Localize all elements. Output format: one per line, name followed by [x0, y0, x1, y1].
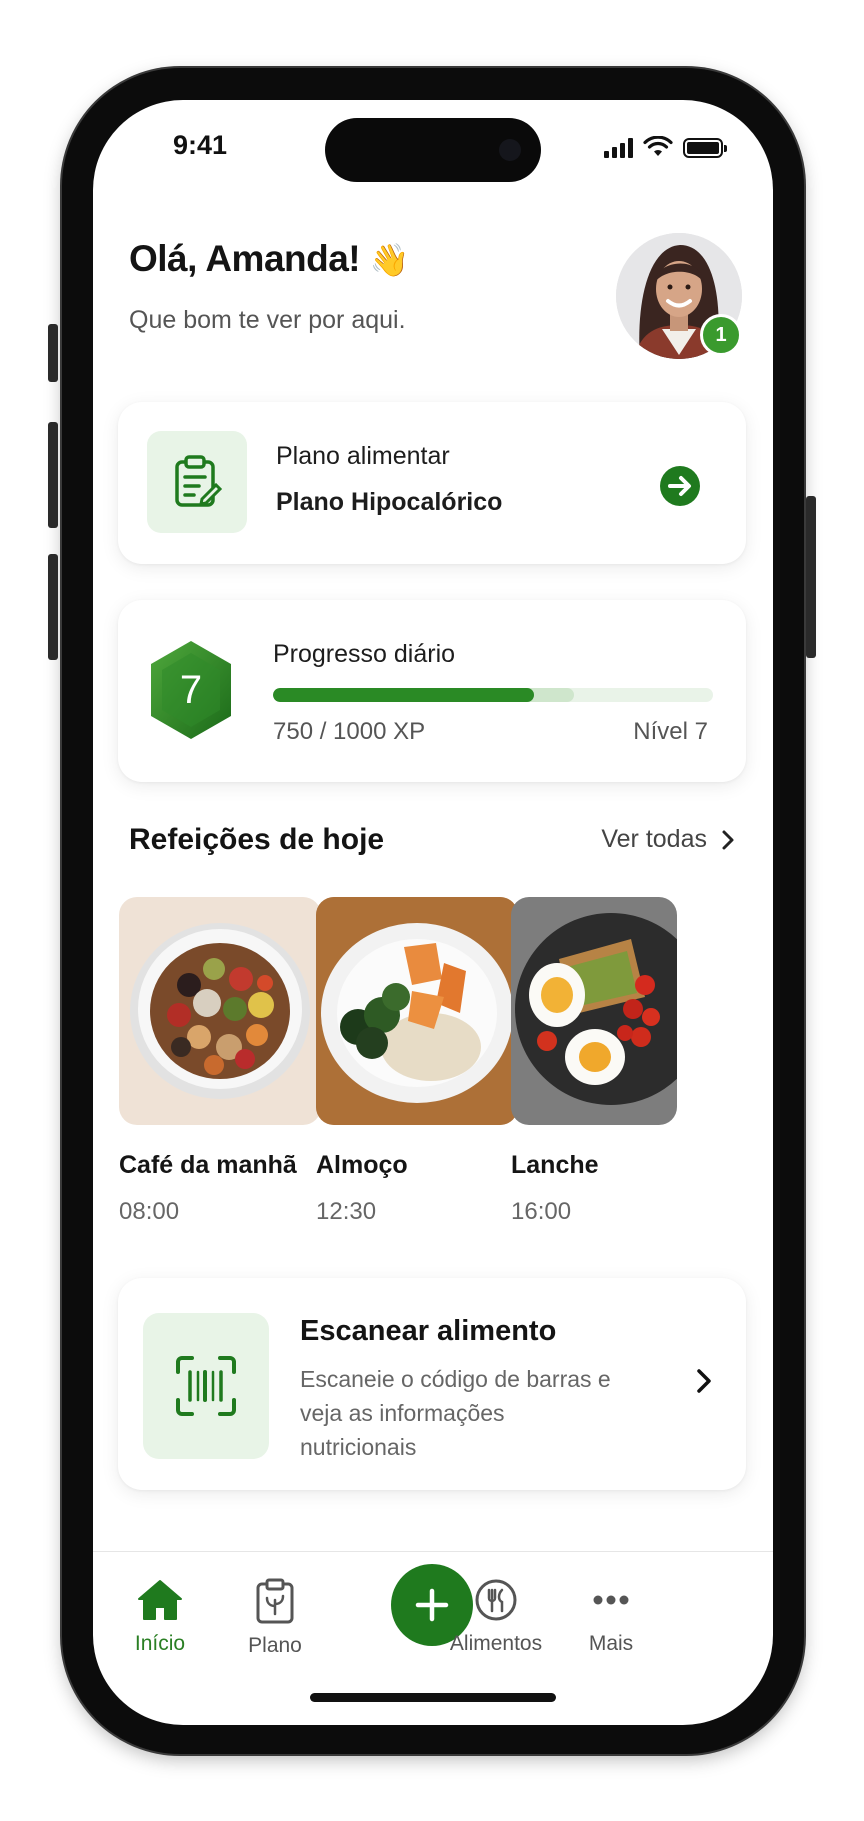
status-icons: [604, 136, 727, 158]
scan-food-title: Escanear alimento: [300, 1315, 557, 1347]
dynamic-island: [325, 118, 541, 182]
meal-card-snack[interactable]: Lanche 16:00: [511, 897, 677, 1226]
progress-xp: 750 / 1000 XP: [273, 718, 426, 745]
side-button-volume-down: [48, 554, 58, 660]
clipboard-icon: [147, 431, 247, 533]
bottom-nav-divider: [93, 1551, 773, 1552]
status-time: 9:41: [173, 130, 228, 160]
battery-icon: [683, 138, 727, 158]
nav-tab-foods[interactable]: Alimentos: [431, 1578, 561, 1656]
progress-bar-fill: [273, 688, 535, 702]
level-number: 7: [179, 667, 203, 712]
meal-plan-label: Plano alimentar: [276, 442, 450, 470]
meal-card-breakfast[interactable]: Café da manhã 08:00: [119, 897, 321, 1226]
snack-photo: [511, 897, 677, 1125]
waving-hand-icon: 👋: [369, 242, 410, 278]
scan-food-card[interactable]: Escanear alimento Escaneie o código de b…: [118, 1278, 746, 1490]
meal-name: Almoço: [316, 1151, 408, 1179]
chevron-right-icon: [722, 830, 734, 849]
barcode-scan-icon: [143, 1313, 269, 1459]
nav-label: Plano: [248, 1634, 302, 1657]
fork-knife-icon: [475, 1579, 517, 1621]
side-button-mute: [48, 324, 58, 382]
nav-tab-more[interactable]: Mais: [546, 1578, 676, 1656]
nav-tab-plan[interactable]: Plano: [210, 1578, 340, 1658]
breakfast-photo: [119, 897, 321, 1125]
notification-badge: 1: [700, 314, 742, 356]
scan-food-description: Escaneie o código de barras e veja as in…: [300, 1366, 611, 1460]
nav-label: Início: [134, 1632, 186, 1655]
nav-label: Alimentos: [449, 1632, 543, 1655]
side-button-power: [806, 496, 816, 658]
arrow-right-circle-icon[interactable]: [658, 464, 702, 508]
signal-icon: [604, 138, 633, 158]
daily-progress-card[interactable]: 7 Progresso diário 750 / 1000 XP Nível 7: [118, 600, 746, 782]
wifi-icon: [643, 136, 673, 156]
app-screen: 9:41 Olá, Amanda! 👋 Que bom te ver por a…: [93, 100, 773, 1725]
meal-name: Café da manhã: [119, 1151, 297, 1179]
meal-name: Lanche: [511, 1151, 599, 1179]
greeting-subtitle: Que bom te ver por aqui.: [129, 306, 406, 334]
progress-title: Progresso diário: [273, 640, 456, 668]
meal-time: 12:30: [316, 1198, 377, 1225]
see-all-meals-link[interactable]: Ver todas: [601, 825, 735, 854]
meal-time: 16:00: [511, 1198, 572, 1225]
lunch-photo: [316, 897, 518, 1125]
meal-plan-card[interactable]: Plano alimentar Plano Hipocalórico: [118, 402, 746, 564]
progress-level: Nível 7: [633, 718, 708, 745]
meal-card-lunch[interactable]: Almoço 12:30: [316, 897, 518, 1226]
meal-plan-name: Plano Hipocalórico: [276, 488, 503, 516]
greeting-title: Olá, Amanda! 👋: [129, 238, 410, 280]
meals-section-title: Refeições de hoje: [129, 823, 385, 856]
clipboard-icon: [256, 1578, 294, 1624]
meal-time: 08:00: [119, 1198, 180, 1225]
more-dots-icon: [593, 1595, 629, 1605]
home-icon: [138, 1580, 182, 1620]
greeting-text: Olá, Amanda!: [129, 238, 361, 279]
nav-label: Mais: [588, 1632, 634, 1655]
nav-tab-home[interactable]: Início: [95, 1578, 225, 1656]
home-indicator: [310, 1693, 556, 1702]
see-all-label: Ver todas: [601, 825, 707, 853]
progress-bar: [273, 688, 713, 702]
chevron-right-icon: [697, 1369, 711, 1393]
side-button-volume-up: [48, 422, 58, 528]
